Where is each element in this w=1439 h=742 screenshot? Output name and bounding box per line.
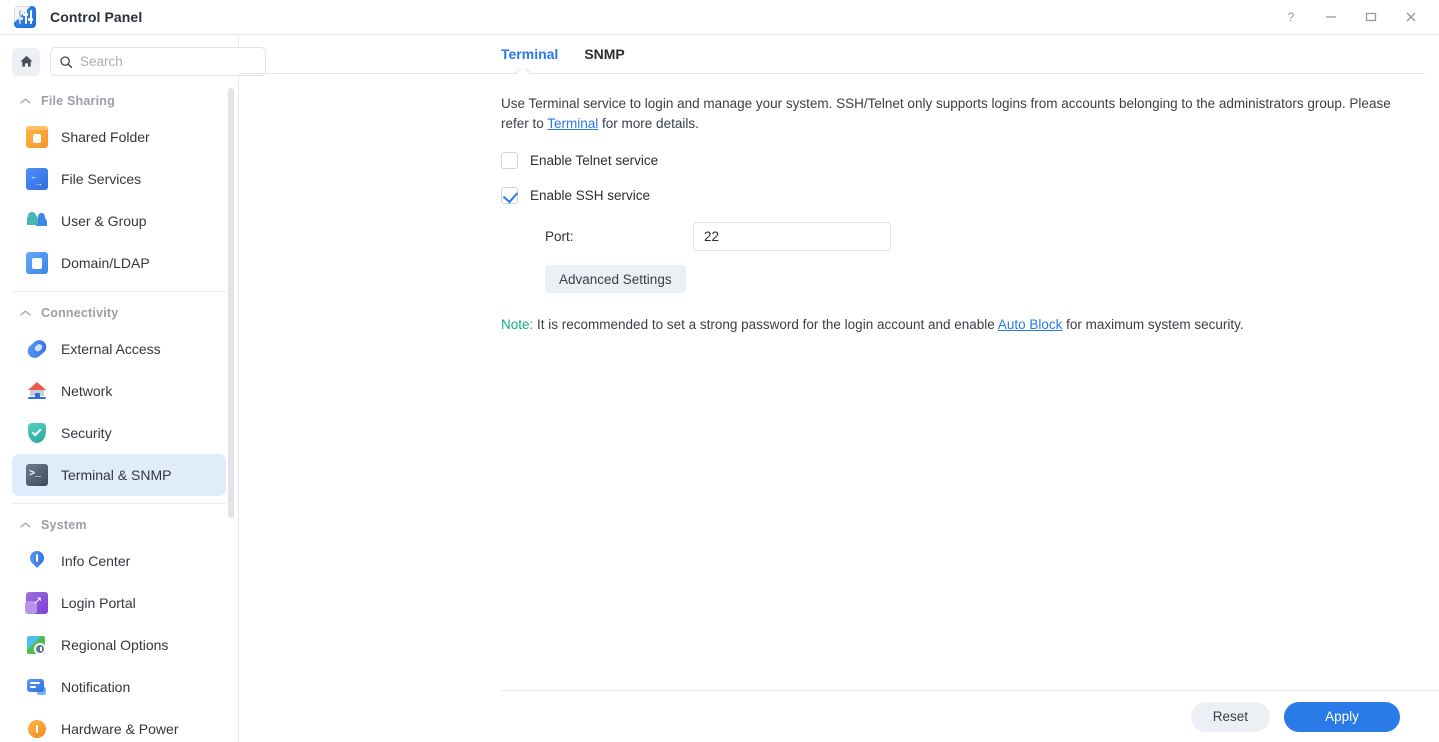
search-icon (59, 55, 73, 69)
sidebar-item-label: Shared Folder (61, 129, 150, 145)
chevron-up-icon (20, 309, 31, 317)
tab-terminal[interactable]: Terminal (501, 46, 558, 73)
footer-actions: Reset Apply (501, 690, 1439, 742)
reset-button[interactable]: Reset (1190, 701, 1270, 732)
note-keyword: Note: (501, 317, 534, 332)
section-label: Connectivity (41, 306, 119, 320)
sidebar-item-label: Info Center (61, 553, 131, 569)
window-body: File Sharing Shared Folder ←→ File Servi… (0, 35, 1439, 742)
sidebar-item-shared-folder[interactable]: Shared Folder (12, 116, 226, 158)
sidebar-item-login-portal[interactable]: ↗ Login Portal (12, 582, 226, 624)
sidebar-item-label: Network (61, 383, 113, 399)
sidebar-section-connectivity[interactable]: Connectivity (0, 298, 238, 328)
chevron-up-icon (20, 521, 31, 529)
enable-telnet-label: Enable Telnet service (530, 153, 659, 168)
security-note: Note: It is recommended to set a strong … (501, 317, 1415, 332)
title-bar: Control Panel ? (0, 0, 1439, 35)
note-text-part2: for maximum system security. (1062, 317, 1244, 332)
login-portal-icon: ↗ (25, 592, 48, 614)
sidebar-item-label: Hardware & Power (61, 721, 179, 737)
control-panel-icon (14, 6, 36, 28)
window-controls: ? (1271, 1, 1431, 33)
tab-snmp[interactable]: SNMP (584, 46, 624, 73)
external-access-icon (24, 337, 50, 361)
sidebar-item-terminal-snmp[interactable]: >_ Terminal & SNMP (12, 454, 226, 496)
close-button[interactable] (1391, 1, 1431, 33)
sidebar-section-system[interactable]: System (0, 510, 238, 540)
enable-telnet-row[interactable]: Enable Telnet service (501, 152, 1415, 169)
window-title: Control Panel (50, 9, 143, 25)
hardware-power-icon (26, 718, 48, 740)
sidebar-divider (12, 503, 226, 504)
advanced-settings-button[interactable]: Advanced Settings (545, 265, 686, 293)
search-box[interactable] (50, 47, 266, 76)
chevron-up-icon (20, 97, 31, 105)
terminal-help-link[interactable]: Terminal (547, 116, 598, 131)
section-label: System (41, 518, 87, 532)
main-content: Terminal SNMP Use Terminal service to lo… (239, 35, 1439, 742)
sidebar-item-label: File Services (61, 171, 142, 187)
sidebar: File Sharing Shared Folder ←→ File Servi… (0, 35, 266, 742)
port-input[interactable] (693, 222, 891, 251)
port-label: Port: (545, 229, 574, 244)
apply-button[interactable]: Apply (1284, 701, 1400, 732)
sidebar-item-domain-ldap[interactable]: Domain/LDAP (12, 242, 226, 284)
sidebar-item-user-group[interactable]: User & Group (12, 200, 226, 242)
sidebar-item-label: Terminal & SNMP (61, 467, 172, 483)
search-input[interactable] (80, 54, 257, 69)
sidebar-item-label: External Access (61, 341, 161, 357)
active-tab-indicator (517, 68, 529, 74)
sidebar-item-security[interactable]: Security (12, 412, 226, 454)
enable-ssh-row[interactable]: Enable SSH service (501, 187, 1415, 204)
file-services-icon: ← → (26, 168, 48, 190)
sidebar-item-label: Regional Options (61, 637, 169, 653)
sidebar-item-external-access[interactable]: External Access (12, 328, 226, 370)
network-icon (26, 380, 48, 402)
control-panel-window: Control Panel ? Search File Sharing Shar… (0, 0, 1439, 742)
enable-ssh-checkbox[interactable] (501, 187, 518, 204)
panel-description: Use Terminal service to login and manage… (501, 94, 1415, 134)
notification-icon (26, 676, 48, 698)
svg-text:?: ? (1288, 10, 1295, 24)
sidebar-item-file-services[interactable]: ← → File Services (12, 158, 226, 200)
sidebar-section-file-sharing[interactable]: File Sharing (0, 86, 238, 116)
help-button[interactable]: ? (1271, 1, 1311, 33)
sidebar-search-row (0, 35, 266, 86)
sidebar-item-info-center[interactable]: Info Center (12, 540, 226, 582)
domain-ldap-icon (26, 252, 48, 274)
sidebar-item-network[interactable]: Network (12, 370, 226, 412)
sidebar-item-regional-options[interactable]: Regional Options (12, 624, 226, 666)
description-text-part2: for more details. (598, 116, 699, 131)
sidebar-item-label: Notification (61, 679, 131, 695)
user-group-icon (26, 210, 48, 232)
tab-underline (239, 68, 1425, 74)
enable-ssh-label: Enable SSH service (530, 188, 651, 203)
sidebar-scroll-area: File Sharing Shared Folder ← → File Servi… (0, 86, 238, 742)
port-row: Port: (501, 222, 1415, 251)
sidebar-item-label: Login Portal (61, 595, 136, 611)
enable-telnet-checkbox[interactable] (501, 152, 518, 169)
maximize-button[interactable] (1351, 1, 1391, 33)
regional-options-icon (26, 634, 48, 656)
note-text-part1: It is recommended to set a strong passwo… (533, 317, 998, 332)
sidebar-item-label: User & Group (61, 213, 147, 229)
auto-block-link[interactable]: Auto Block (998, 317, 1063, 332)
info-center-icon (26, 548, 48, 572)
minimize-button[interactable] (1311, 1, 1351, 33)
tab-bar: Terminal SNMP (239, 35, 1439, 73)
sidebar-item-label: Security (61, 425, 112, 441)
shared-folder-icon (26, 126, 48, 148)
sidebar-item-notification[interactable]: Notification (12, 666, 226, 708)
terminal-icon: >_ (26, 464, 48, 486)
sidebar-scrollbar[interactable] (228, 88, 234, 518)
sidebar-item-label: Domain/LDAP (61, 255, 150, 271)
terminal-panel: Use Terminal service to login and manage… (239, 74, 1439, 690)
sidebar-item-hardware-power[interactable]: Hardware & Power (12, 708, 226, 742)
home-button[interactable] (12, 47, 40, 76)
section-label: File Sharing (41, 94, 115, 108)
security-shield-icon (26, 422, 48, 444)
sidebar-divider (12, 291, 226, 292)
